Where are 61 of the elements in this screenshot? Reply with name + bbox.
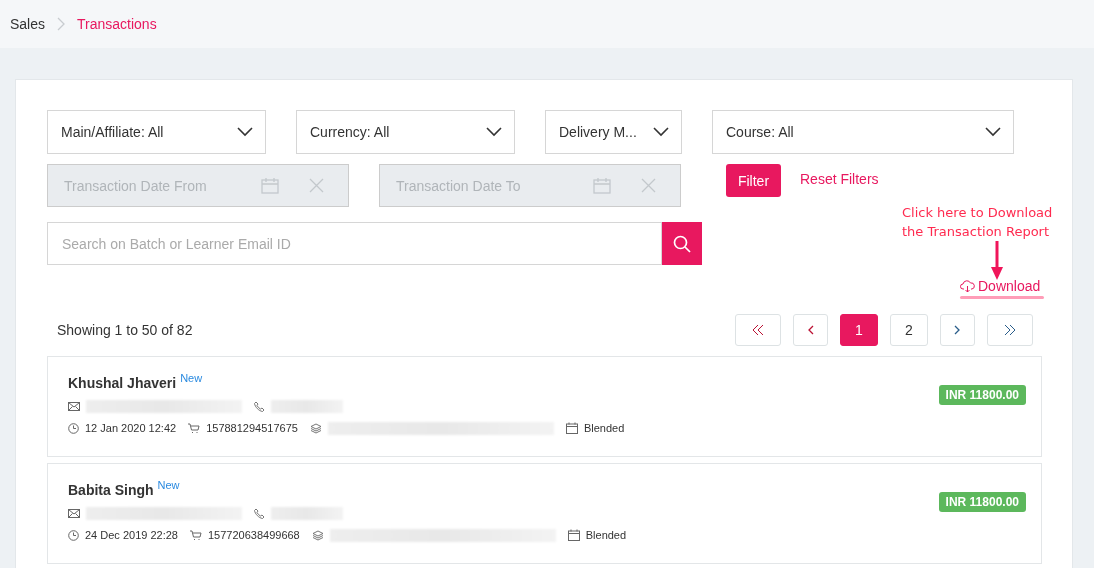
calendar-icon	[567, 529, 580, 541]
cart-icon	[189, 529, 202, 541]
calendar-icon	[261, 177, 279, 194]
page-button[interactable]: 1	[840, 314, 878, 346]
calendar-icon	[565, 422, 578, 434]
close-icon[interactable]	[309, 178, 324, 193]
chevron-right-icon	[954, 324, 961, 336]
chevron-right-icon	[57, 17, 66, 31]
order-id: 157881294517675	[206, 422, 298, 434]
phone-icon	[254, 400, 265, 412]
download-link[interactable]: Download	[960, 278, 1041, 294]
dropdown[interactable]: Currency: All	[296, 110, 515, 154]
cart-icon	[188, 422, 201, 434]
search-field[interactable]: Search on Batch or Learner Email ID	[47, 222, 662, 265]
search-icon	[673, 234, 691, 253]
double-chevron-left-icon	[752, 324, 764, 336]
clock-icon	[68, 422, 79, 434]
learner-name: Babita Singh	[68, 482, 154, 498]
delivery-mode: Blended	[585, 529, 627, 541]
layers-icon	[309, 422, 322, 434]
chevron-down-icon	[237, 127, 253, 137]
order-id: 157720638499668	[207, 529, 300, 541]
last-page-button[interactable]	[987, 314, 1033, 346]
clock-icon	[68, 529, 79, 541]
chevron-down-icon	[985, 127, 1001, 137]
transaction-card[interactable]: Babita Singh New 24 Dec 2019 22:28 157720638499668 Blended INR 11800.00	[47, 463, 1042, 564]
layers-icon	[311, 529, 324, 541]
chevron-left-icon	[807, 324, 814, 336]
breadcrumb-item: Transactions	[77, 16, 157, 32]
delivery-mode: Blended	[583, 422, 625, 434]
results-summary: Showing 1 to 50 of 82	[57, 322, 193, 338]
transaction-date: 24 Dec 2019 22:28	[85, 529, 178, 541]
chevron-down-icon	[486, 127, 502, 137]
new-label: New	[180, 372, 203, 384]
page-button[interactable]: 2	[890, 314, 928, 346]
filter-button[interactable]: Filter	[726, 164, 781, 197]
close-icon[interactable]	[641, 178, 656, 193]
dropdown[interactable]: Delivery M...	[545, 110, 682, 154]
amount-badge: INR 11800.00	[938, 492, 1026, 512]
transaction-date: 12 Jan 2020 12:42	[85, 422, 177, 434]
learner-name: Khushal Jhaveri	[68, 375, 177, 391]
next-page-button[interactable]	[940, 314, 975, 346]
calendar-icon	[593, 177, 611, 194]
first-page-button[interactable]	[735, 314, 781, 346]
breadcrumb-item[interactable]: Sales	[10, 16, 46, 32]
mail-icon	[68, 401, 80, 411]
cloud-download-icon	[960, 279, 975, 293]
mail-icon	[68, 508, 80, 518]
dropdown[interactable]: Main/Affiliate: All	[47, 110, 266, 154]
phone-icon	[254, 507, 265, 519]
reset-filters-link[interactable]: Reset Filters	[800, 164, 879, 187]
annotation-text: Click here to Download the Transaction Report	[902, 204, 1054, 241]
search-button[interactable]	[662, 222, 702, 265]
new-label: New	[157, 479, 180, 491]
arrow-down-icon	[990, 241, 1004, 281]
chevron-down-icon	[653, 127, 669, 137]
transaction-card[interactable]: Khushal Jhaveri New 12 Jan 2020 12:42 157881294517675 Blended INR 11800.00	[47, 356, 1042, 457]
prev-page-button[interactable]	[793, 314, 828, 346]
double-chevron-right-icon	[1004, 324, 1016, 336]
dropdown[interactable]: Course: All	[712, 110, 1014, 154]
amount-badge: INR 11800.00	[938, 385, 1026, 405]
